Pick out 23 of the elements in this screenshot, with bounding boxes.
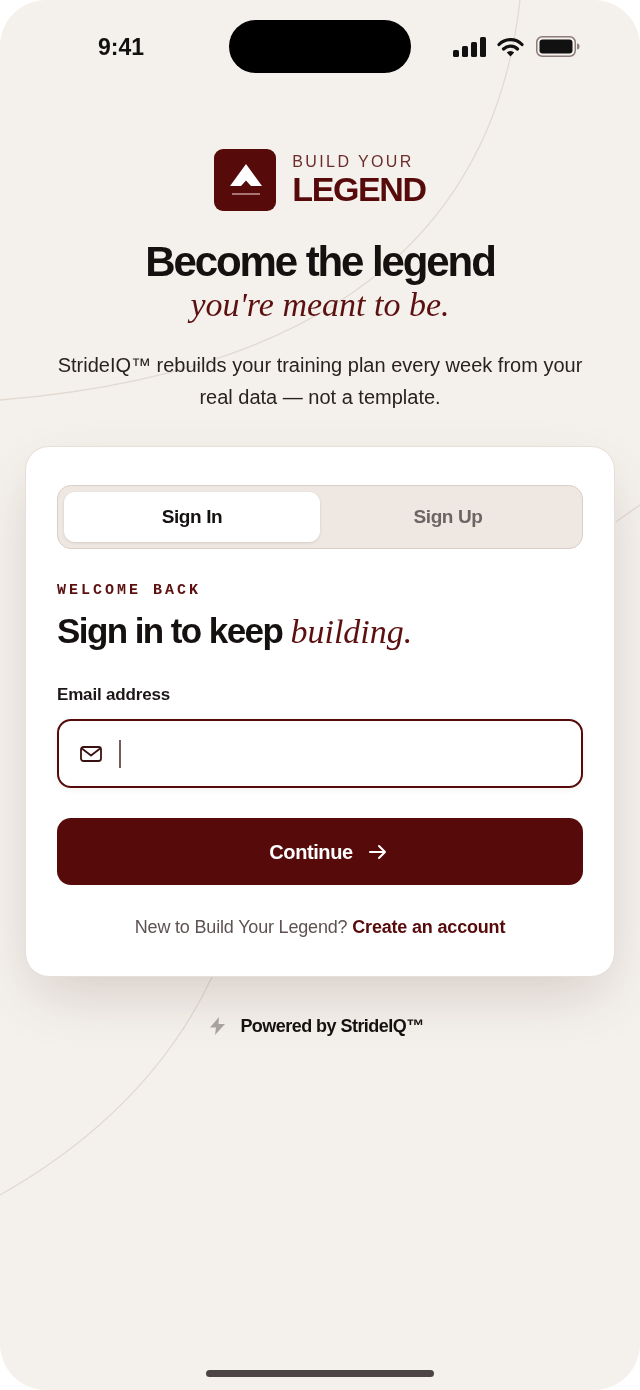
signal-icon [453, 36, 487, 57]
field-label: Email address [57, 685, 172, 705]
email-field[interactable] [57, 719, 583, 788]
wifi-icon [497, 36, 524, 57]
mountain-logo-icon [214, 149, 277, 211]
section-eyebrow: WELCOME BACK [57, 582, 203, 600]
signup-prompt: New to Build Your Legend? Create an account [133, 916, 507, 939]
lightning-icon [210, 1017, 226, 1035]
create-account-link[interactable]: Create an account [352, 917, 506, 937]
tab[interactable]: Sign In [64, 492, 320, 542]
headline: Become the legend [145, 239, 495, 285]
tab[interactable]: Sign Up [320, 492, 576, 542]
description: StrideIQ™ rebuilds your training plan every week from your real data — not a template. [56, 353, 584, 410]
status-time: 9:41 [97, 32, 144, 61]
mail-icon [80, 745, 102, 762]
continue-button[interactable]: Continue [57, 818, 583, 885]
text-cursor-icon [119, 739, 121, 768]
brand-name: LEGEND [292, 171, 426, 207]
arrow-right-icon [368, 843, 387, 860]
powered-by-text: Powered by StrideIQ™ [240, 1015, 424, 1038]
card-title: Sign in to keep building. [57, 610, 414, 652]
brand-eyebrow: BUILD YOUR [292, 153, 415, 171]
battery-icon [536, 36, 580, 57]
